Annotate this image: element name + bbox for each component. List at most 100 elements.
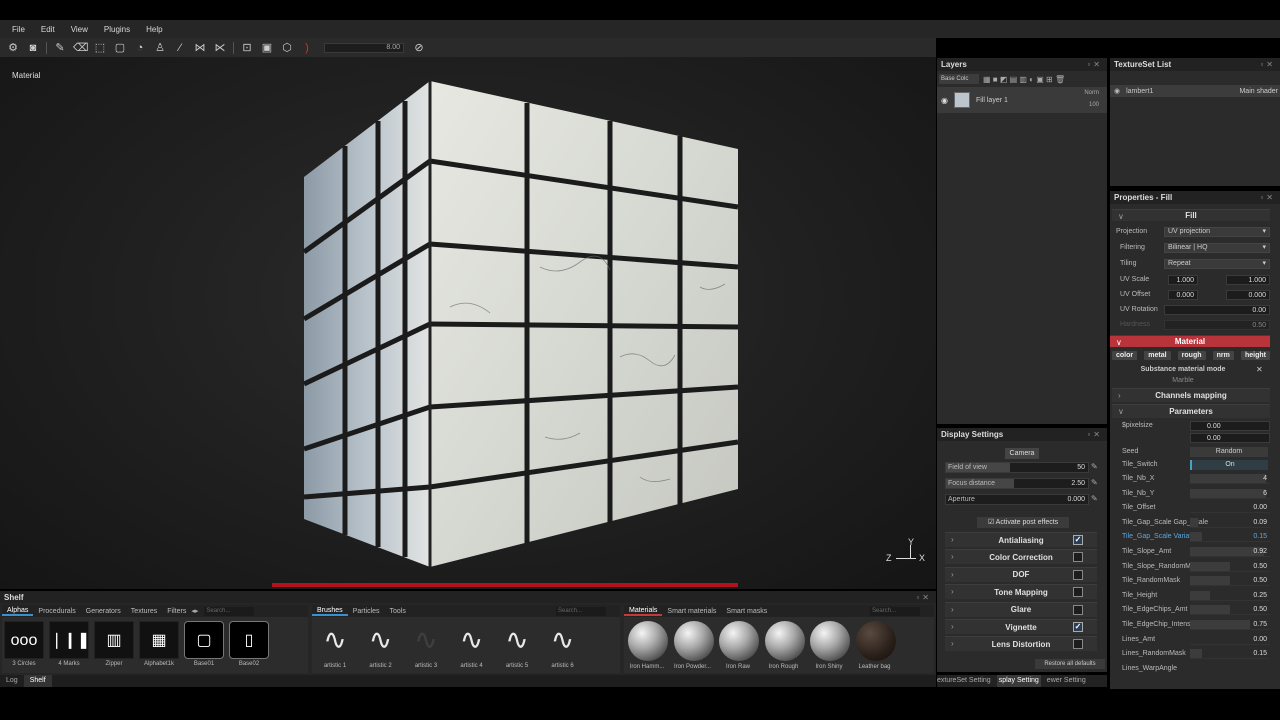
cube-icon[interactable]: ⬡ (280, 41, 294, 55)
3d-viewport[interactable]: Material Z Y X (0, 57, 936, 589)
tab-display-settings[interactable]: splay Setting (996, 675, 1041, 687)
add-layer-icon[interactable]: ▦ ■ ◩ ▤ ▥ ◐ ▣ ⊞ 🗑 (983, 75, 1065, 84)
tab-particles[interactable]: Particles (348, 608, 385, 615)
shelf-search-input-1[interactable]: Search... (204, 606, 255, 616)
eraser-icon[interactable]: ⌫ (73, 41, 89, 55)
menu-plugins[interactable]: Plugins (96, 25, 138, 34)
parameter-slider[interactable]: 0.92 (1190, 547, 1270, 557)
tile-switch-toggle[interactable]: On (1190, 460, 1268, 470)
parameter-slider[interactable]: 0.15 (1190, 649, 1270, 660)
menu-view[interactable]: View (63, 25, 96, 34)
tab-shelf[interactable]: Shelf (23, 675, 52, 687)
parameter-slider[interactable]: 0.25 (1190, 590, 1270, 601)
fill-section[interactable]: ∨ Fill (1112, 209, 1270, 221)
effect-checkbox[interactable]: ✓ (1073, 622, 1083, 632)
effect-section[interactable]: › Lens Distortion (945, 636, 1097, 652)
shelf-search-input-2[interactable]: Search... (556, 606, 606, 616)
parameter-slider[interactable]: 0.50 (1190, 576, 1270, 587)
effect-section[interactable]: › Color Correction (945, 549, 1097, 565)
channel-nrm-toggle[interactable]: nrm (1212, 351, 1234, 360)
panel-controls-icon[interactable]: ▫✕ (1260, 193, 1276, 202)
tab-log[interactable]: Log (0, 675, 24, 687)
effect-section[interactable]: › Tone Mapping (945, 584, 1097, 600)
lasso-icon[interactable]: ) (300, 41, 314, 55)
brush-thumbnail[interactable]: ∿ (314, 621, 356, 659)
panel-controls-icon[interactable]: ▫✕ (916, 593, 932, 602)
alpha-thumbnail[interactable]: ▥ (94, 621, 134, 659)
effect-checkbox[interactable] (1073, 604, 1083, 615)
picker-icon[interactable]: ⁄ (173, 41, 187, 55)
toolbar-slider[interactable]: 8.00 (324, 42, 404, 53)
tab-materials[interactable]: Materials (624, 607, 663, 616)
tab-procedurals[interactable]: Procedurals (33, 608, 80, 615)
parameter-slider[interactable]: 0.15 (1190, 532, 1270, 543)
textureset-row[interactable]: ◉ lambert1 Main shader (1110, 85, 1280, 97)
menu-help[interactable]: Help (138, 25, 170, 34)
effect-checkbox[interactable]: ✓ (1073, 535, 1083, 545)
symmetry-icon[interactable]: ⋈ (193, 41, 207, 55)
brush-thumbnail[interactable]: ∿ (405, 621, 447, 659)
camera-param-slider[interactable]: Focus distance 2.50 (945, 478, 1089, 489)
effect-section[interactable]: › Antialiasing ✓ (945, 532, 1097, 547)
menu-edit[interactable]: Edit (33, 25, 63, 34)
uv-offset-v-slider[interactable]: 0.000 (1226, 290, 1270, 300)
tab-viewer-settings[interactable]: ewer Setting (1047, 675, 1086, 687)
material-sphere[interactable] (673, 621, 714, 661)
parameter-slider[interactable]: 0.75 (1190, 620, 1270, 630)
tab-tools[interactable]: Tools (385, 608, 411, 615)
parameter-slider[interactable]: 0.00 (1190, 503, 1270, 514)
uv-rotation-slider[interactable]: 0.00 (1164, 305, 1270, 315)
brush-thumbnail[interactable]: ∿ (496, 621, 538, 659)
uv-scale-v-slider[interactable]: 1.000 (1226, 275, 1270, 285)
tab-scroll-icon[interactable]: ◂▸ (191, 607, 198, 615)
layer-name[interactable]: Fill layer 1 (976, 97, 1008, 104)
pixelsize-x-slider[interactable]: 0.00 (1190, 421, 1270, 431)
parameter-slider[interactable]: 0.50 (1190, 561, 1270, 572)
parameter-slider[interactable]: 4 (1190, 474, 1270, 484)
tab-textureset-settings[interactable]: extureSet Setting (937, 675, 991, 687)
select-icon[interactable]: ▢ (113, 41, 127, 55)
parameter-slider[interactable]: 6 (1190, 488, 1270, 499)
activate-post-effects-button[interactable]: ☑ Activate post effects (977, 517, 1069, 528)
parameters-section[interactable]: ∨ Parameters (1112, 404, 1270, 418)
camera-param-slider[interactable]: Aperture 0.000 (945, 494, 1089, 505)
clone-icon[interactable]: ♙ (153, 41, 167, 55)
parameter-slider[interactable]: 0.09 (1190, 517, 1270, 528)
channel-rough-toggle[interactable]: rough (1177, 351, 1206, 360)
tab-brushes[interactable]: Brushes (312, 607, 348, 616)
mirror-icon[interactable]: ⋉ (213, 41, 227, 55)
channel-height-toggle[interactable]: height (1240, 351, 1270, 360)
textureset-name[interactable]: lambert1 (1126, 88, 1153, 95)
effect-section[interactable]: › Glare (945, 601, 1097, 617)
projection-icon[interactable]: ⬚ (93, 41, 107, 55)
channel-select[interactable]: Base Colc (939, 74, 979, 84)
panel-controls-icon[interactable]: ▫✕ (1087, 430, 1103, 439)
textureset-shader[interactable]: Main shader (1239, 88, 1278, 95)
layer-opacity[interactable]: 100 (1089, 102, 1099, 108)
tab-smart-materials[interactable]: Smart materials (662, 608, 721, 615)
alpha-thumbnail[interactable]: ❘❙❚ (49, 621, 90, 659)
alpha-thumbnail[interactable]: ооо (4, 621, 44, 659)
tiling-dropdown[interactable]: Repeat (1164, 259, 1270, 269)
parameter-slider[interactable]: 0.50 (1190, 605, 1270, 616)
pixelsize-y-slider[interactable]: 0.00 (1190, 433, 1270, 443)
material-section[interactable]: ∨ Material (1110, 335, 1270, 347)
close-icon[interactable]: ✕ (1256, 365, 1263, 374)
panel-controls-icon[interactable]: ▫✕ (1087, 60, 1103, 69)
tab-generators[interactable]: Generators (81, 608, 126, 615)
material-sphere[interactable] (855, 621, 896, 661)
view-icon[interactable]: ▣ (260, 41, 274, 55)
material-sphere[interactable] (764, 621, 805, 661)
tab-textures[interactable]: Textures (126, 608, 162, 615)
layer-blend-mode[interactable]: Norm (1084, 90, 1099, 96)
camera-param-slider[interactable]: Field of view 50 (945, 462, 1089, 473)
channels-mapping-section[interactable]: › Channels mapping (1112, 388, 1270, 402)
effect-checkbox[interactable] (1073, 587, 1083, 598)
shelf-search-input-3[interactable]: Search... (870, 606, 920, 616)
tab-smart-masks[interactable]: Smart masks (721, 608, 772, 615)
alpha-thumbnail[interactable]: ▯ (229, 621, 269, 659)
channel-color-toggle[interactable]: color (1112, 351, 1138, 360)
material-sphere[interactable] (810, 621, 850, 661)
smudge-icon[interactable]: ◔ (133, 41, 147, 55)
effect-checkbox[interactable] (1073, 552, 1083, 563)
